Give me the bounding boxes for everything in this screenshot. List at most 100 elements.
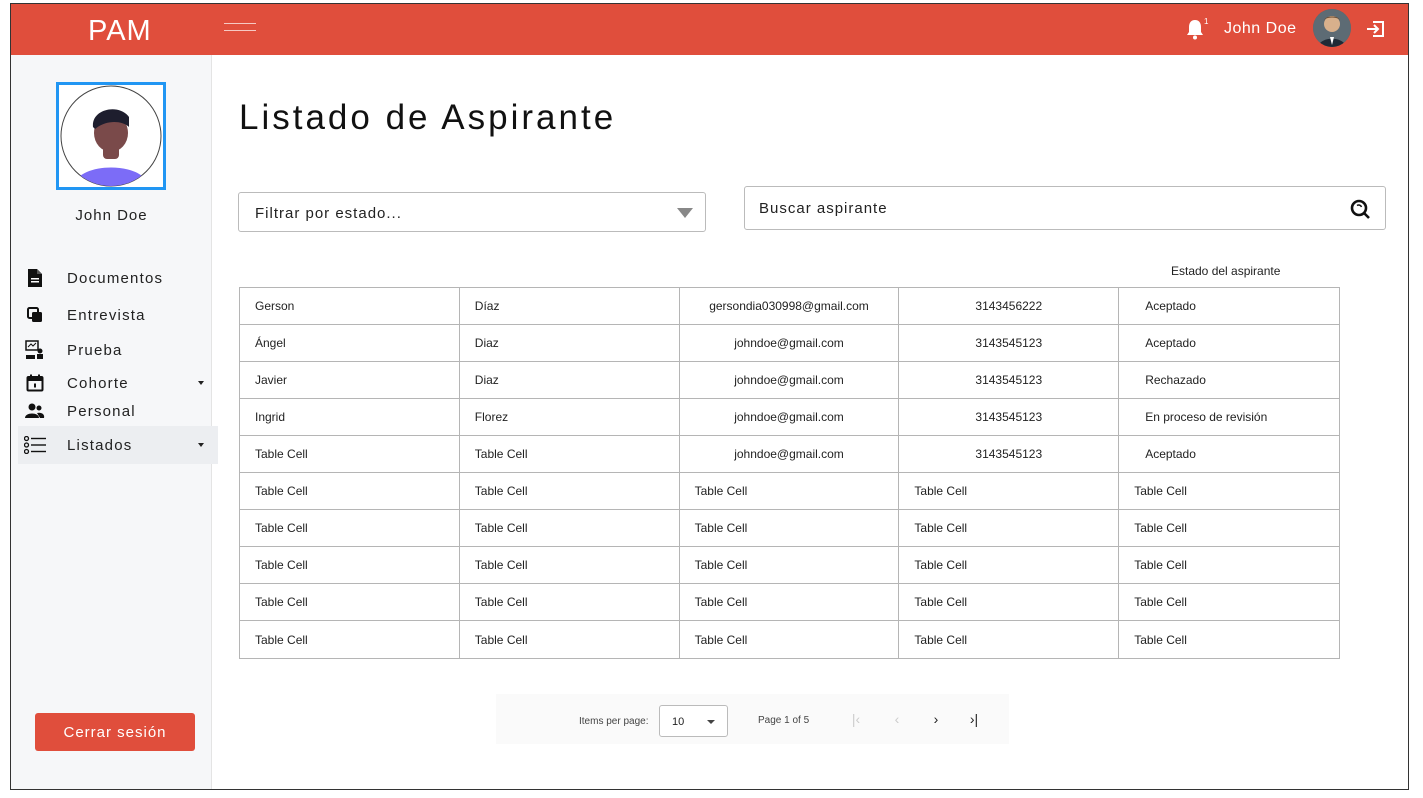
logout-button[interactable]: Cerrar sesión xyxy=(35,713,195,751)
sidebar-item-entrevista[interactable]: Entrevista xyxy=(18,299,218,331)
status-cell: Aceptado xyxy=(1145,447,1196,461)
last-name-cell: Table Cell xyxy=(460,584,680,620)
profile-name: John Doe xyxy=(75,207,148,224)
status-column-header: Estado del aspirante xyxy=(1171,264,1281,278)
applicants-table: Gerson Díaz gersondia030998@gmail.com 31434… xyxy=(239,287,1340,659)
status-cell: Table Cell xyxy=(1134,558,1187,572)
items-per-page-select[interactable]: 10 xyxy=(659,705,728,737)
sidebar-item-label: Cohorte xyxy=(67,374,129,392)
table-row[interactable]: Table Cell Table Cell Table Cell Table Cell… xyxy=(240,584,1339,621)
bell-icon[interactable] xyxy=(1185,18,1205,40)
last-name-cell: Table Cell xyxy=(460,510,680,546)
last-name-cell: Table Cell xyxy=(460,436,680,472)
email-cell: Table Cell xyxy=(680,584,900,620)
phone-cell: 3143545123 xyxy=(899,436,1120,472)
phone-cell: Table Cell xyxy=(899,510,1120,546)
next-page-icon[interactable]: › xyxy=(928,711,944,727)
status-cell: Rechazado xyxy=(1145,373,1206,387)
sidebar-item-label: Personal xyxy=(67,402,136,420)
last-name-cell: Díaz xyxy=(460,288,680,324)
last-page-icon[interactable]: ›| xyxy=(966,711,982,727)
phone-cell: Table Cell xyxy=(899,547,1120,583)
status-cell: Aceptado xyxy=(1145,336,1196,350)
people-icon xyxy=(24,400,46,422)
first-name-cell: Ángel xyxy=(240,325,460,361)
last-name-cell: Table Cell xyxy=(460,473,680,509)
presentation-icon xyxy=(24,339,46,361)
first-name-cell: Table Cell xyxy=(240,473,460,509)
menu-toggle-icon[interactable] xyxy=(224,23,256,39)
email-cell: gersondia030998@gmail.com xyxy=(680,288,900,324)
items-per-page-value: 10 xyxy=(672,716,685,728)
page-info: Page 1 of 5 xyxy=(758,715,810,726)
last-name-cell: Table Cell xyxy=(460,621,680,658)
logout-icon[interactable] xyxy=(1365,18,1387,40)
header-avatar[interactable] xyxy=(1313,9,1351,47)
chevron-down-icon xyxy=(677,208,693,218)
chevron-down-icon xyxy=(198,443,204,447)
last-name-cell: Florez xyxy=(460,399,680,435)
sidebar: John Doe Documentos Entrevista Prueba Co… xyxy=(11,55,218,789)
search-box xyxy=(744,186,1386,230)
phone-cell: Table Cell xyxy=(899,584,1120,620)
email-cell: Table Cell xyxy=(680,473,900,509)
table-row[interactable]: Table Cell Table Cell Table Cell Table Cell… xyxy=(240,473,1339,510)
sidebar-item-personal[interactable]: Personal xyxy=(18,395,218,427)
notification-badge: 1 xyxy=(1204,17,1209,26)
chevron-down-icon xyxy=(198,381,204,385)
status-cell: Aceptado xyxy=(1145,299,1196,313)
email-cell: johndoe@gmail.com xyxy=(680,325,900,361)
last-name-cell: Diaz xyxy=(460,362,680,398)
pagination: Items per page: 10 Page 1 of 5 |‹ ‹ › ›| xyxy=(496,694,1009,744)
sidebar-item-documentos[interactable]: Documentos xyxy=(18,262,218,294)
table-row[interactable]: Table Cell Table Cell Table Cell Table Cell… xyxy=(240,510,1339,547)
first-name-cell: Gerson xyxy=(240,288,460,324)
profile-avatar[interactable] xyxy=(56,82,166,190)
list-icon xyxy=(24,434,46,456)
phone-cell: 3143456222 xyxy=(899,288,1120,324)
items-per-page-label: Items per page: xyxy=(579,716,649,727)
table-row[interactable]: Table Cell Table Cell Table Cell Table Cell… xyxy=(240,547,1339,584)
search-input[interactable] xyxy=(759,196,1319,220)
previous-page-icon[interactable]: ‹ xyxy=(889,711,905,727)
document-icon xyxy=(24,267,46,289)
phone-cell: 3143545123 xyxy=(899,362,1120,398)
status-filter-select[interactable]: Filtrar por estado... xyxy=(238,192,706,232)
email-cell: johndoe@gmail.com xyxy=(680,362,900,398)
last-name-cell: Diaz xyxy=(460,325,680,361)
sidebar-item-label: Prueba xyxy=(67,341,123,359)
table-row[interactable]: Gerson Díaz gersondia030998@gmail.com 31434… xyxy=(240,288,1339,325)
table-row[interactable]: Table Cell Table Cell Table Cell Table Cell… xyxy=(240,621,1339,658)
first-name-cell: Table Cell xyxy=(240,510,460,546)
table-row[interactable]: Table Cell Table Cell johndoe@gmail.com 314… xyxy=(240,436,1339,473)
copy-icon xyxy=(24,304,46,326)
phone-cell: Table Cell xyxy=(899,473,1120,509)
table-row[interactable]: Ingrid Florez johndoe@gmail.com 3143545123 E… xyxy=(240,399,1339,436)
table-row[interactable]: Javier Diaz johndoe@gmail.com 3143545123 Rec… xyxy=(240,362,1339,399)
app-window: PAM 1 John Doe John Doe Documentos Entre… xyxy=(10,3,1409,790)
status-cell: Table Cell xyxy=(1134,484,1187,498)
table-row[interactable]: Ángel Diaz johndoe@gmail.com 3143545123 Acep… xyxy=(240,325,1339,362)
calendar-icon xyxy=(24,372,46,394)
page-title: Listado de Aspirante xyxy=(239,98,617,137)
phone-cell: 3143545123 xyxy=(899,325,1120,361)
filter-placeholder: Filtrar por estado... xyxy=(255,205,402,222)
search-icon[interactable] xyxy=(1349,198,1371,220)
sidebar-item-prueba[interactable]: Prueba xyxy=(18,334,218,366)
email-cell: johndoe@gmail.com xyxy=(680,399,900,435)
sidebar-item-label: Documentos xyxy=(67,269,164,287)
header-user-name[interactable]: John Doe xyxy=(1224,20,1297,38)
email-cell: Table Cell xyxy=(680,621,900,658)
status-cell: Table Cell xyxy=(1134,595,1187,609)
first-name-cell: Table Cell xyxy=(240,436,460,472)
sidebar-item-label: Listados xyxy=(67,436,133,454)
phone-cell: Table Cell xyxy=(899,621,1120,658)
sidebar-item-listados[interactable]: Listados xyxy=(18,426,218,464)
brand-logo[interactable]: PAM xyxy=(88,15,152,48)
sidebar-item-label: Entrevista xyxy=(67,306,146,324)
phone-cell: 3143545123 xyxy=(899,399,1120,435)
first-name-cell: Ingrid xyxy=(240,399,460,435)
status-cell: En proceso de revisión xyxy=(1145,410,1268,424)
first-name-cell: Table Cell xyxy=(240,584,460,620)
first-page-icon[interactable]: |‹ xyxy=(848,711,864,727)
